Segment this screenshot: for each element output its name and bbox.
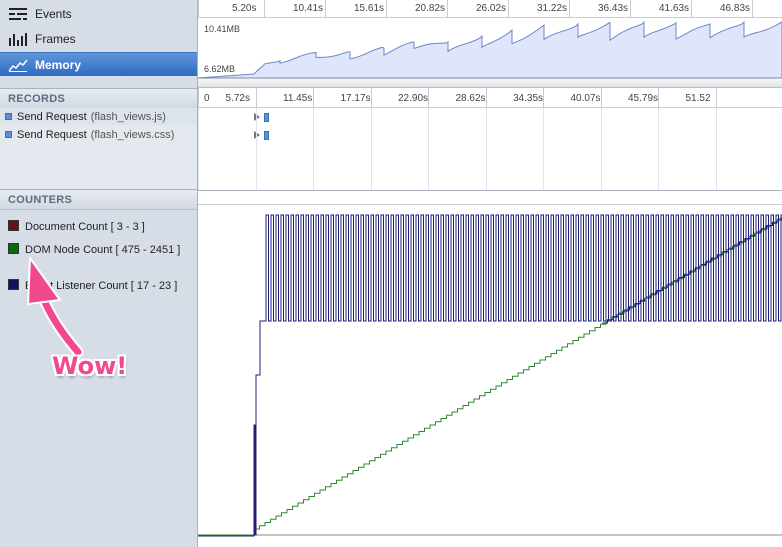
ruler-tick-label: 31.22s xyxy=(537,3,568,14)
counters-graph-svg xyxy=(198,214,782,537)
records-ruler: 0 5.72s 11.45s 17.17s 22.90s 28.62s 34.35s 40.0… xyxy=(198,88,782,108)
ruler-tick-label: 15.61s xyxy=(354,3,385,14)
nav-item-label: Memory xyxy=(35,57,82,72)
ruler-tick xyxy=(313,88,314,108)
overview-pane[interactable]: 5.20s 10.41s 15.61s 20.82s 26.02s 31.22s 36.43… xyxy=(198,0,782,78)
record-type-icon xyxy=(5,131,12,138)
ruler-tick-label: 26.02s xyxy=(476,3,507,14)
grid-line xyxy=(600,108,602,190)
ruler-tick-label: 10.41s xyxy=(293,3,324,14)
nav-item-frames[interactable]: Frames xyxy=(0,27,197,51)
ruler-tick xyxy=(264,0,265,18)
counter-label: Document Count [ 3 - 3 ] xyxy=(25,221,145,233)
record-name: Send Request xyxy=(17,128,87,141)
record-row[interactable]: Send Request (flash_views.js) xyxy=(0,108,197,125)
ruler-tick xyxy=(543,88,544,108)
ruler-tick-label: 36.43s xyxy=(598,3,629,14)
record-block[interactable] xyxy=(264,130,269,140)
ruler-tick xyxy=(428,88,429,108)
ruler-tick xyxy=(485,88,487,108)
ruler-tick-label: 11.45s xyxy=(283,93,313,104)
dom-node-count-swatch[interactable] xyxy=(8,243,19,254)
ruler-tick xyxy=(370,88,372,108)
grid-line xyxy=(485,108,487,190)
ruler-tick xyxy=(752,0,753,18)
overview-ruler: 5.20s 10.41s 15.61s 20.82s 26.02s 31.22s 36.43… xyxy=(198,0,782,18)
records-list: Send Request (flash_views.js) Send Reque… xyxy=(0,108,197,190)
ruler-tick xyxy=(600,88,602,108)
records-timeline[interactable] xyxy=(198,108,782,190)
event-listener-count-swatch[interactable] xyxy=(8,279,19,290)
ruler-tick-label: 22.90s xyxy=(398,93,429,104)
ruler-tick xyxy=(691,0,692,18)
grid-line xyxy=(658,108,659,190)
grid-line xyxy=(255,108,257,190)
counter-event-listener-count[interactable]: Event Listener Count [ 17 - 23 ] xyxy=(8,279,183,293)
grid-line xyxy=(198,108,199,190)
grid-line xyxy=(313,108,314,190)
ruler-tick-label: 28.62s xyxy=(455,93,486,104)
ruler-tick-label: 41.63s xyxy=(659,3,690,14)
ruler-tick xyxy=(447,0,448,18)
sidebar: Events Frames Memory RECORDS Send Reques… xyxy=(0,0,198,547)
document-count-swatch[interactable] xyxy=(8,220,19,231)
ruler-tick-label: 5.72s xyxy=(225,93,250,104)
grid-line xyxy=(428,108,429,190)
counters-graph-header xyxy=(198,190,782,204)
nav-item-events[interactable]: Events xyxy=(0,2,197,26)
event-listener-count-line xyxy=(198,214,782,537)
nav-item-memory[interactable]: Memory xyxy=(0,52,197,76)
ruler-tick xyxy=(658,88,659,108)
record-detail: (flash_views.css) xyxy=(90,128,175,141)
memory-overview-graph[interactable] xyxy=(198,18,782,78)
counters-graph[interactable] xyxy=(198,204,782,547)
counter-label: Event Listener Count [ 17 - 23 ] xyxy=(25,280,178,292)
memory-area xyxy=(198,20,782,78)
frames-icon xyxy=(9,33,27,46)
record-name: Send Request xyxy=(17,110,87,123)
ruler-tick xyxy=(386,0,387,18)
grid-line xyxy=(543,108,544,190)
ruler-tick-label: 5.20s xyxy=(232,3,257,14)
ruler-tick xyxy=(508,0,509,18)
pane-divider[interactable] xyxy=(198,78,782,88)
ruler-tick-label: 0 xyxy=(204,93,210,104)
ruler-tick-label: 45.79s xyxy=(628,93,659,104)
counter-document-count[interactable]: Document Count [ 3 - 3 ] xyxy=(8,220,183,234)
ruler-tick-label: 17.17s xyxy=(340,93,371,104)
ruler-tick xyxy=(715,88,717,108)
ruler-tick xyxy=(255,88,257,108)
events-icon xyxy=(9,8,27,20)
record-row[interactable]: Send Request (flash_views.css) xyxy=(0,126,197,143)
ruler-tick xyxy=(325,0,326,18)
record-detail: (flash_views.js) xyxy=(90,110,166,123)
memory-icon xyxy=(8,59,28,72)
memory-max-label: 10.41MB xyxy=(204,24,241,34)
nav-item-label: Events xyxy=(35,7,72,21)
ruler-tick xyxy=(198,0,199,18)
counters-header: COUNTERS xyxy=(0,189,197,210)
counter-dom-node-count[interactable]: DOM Node Count [ 475 - 2451 ] xyxy=(8,243,183,257)
ruler-tick-label: 34.35s xyxy=(513,93,544,104)
ruler-tick-label: 20.82s xyxy=(415,3,446,14)
memory-min-label: 6.62MB xyxy=(204,64,236,74)
ruler-tick-label: 46.83s xyxy=(720,3,751,14)
records-header: RECORDS xyxy=(0,88,197,109)
record-block[interactable] xyxy=(264,112,269,122)
ruler-tick xyxy=(630,0,631,18)
counter-label: DOM Node Count [ 475 - 2451 ] xyxy=(25,244,181,256)
ruler-tick xyxy=(198,88,199,108)
ruler-tick xyxy=(569,0,570,18)
nav-item-label: Frames xyxy=(35,32,76,46)
grid-line xyxy=(715,108,717,190)
ruler-tick-label: 40.07s xyxy=(570,93,601,104)
grid-line xyxy=(370,108,372,190)
ruler-tick-label: 51.52 xyxy=(685,93,711,104)
record-type-icon xyxy=(5,113,12,120)
counters-list: Document Count [ 3 - 3 ] DOM Node Count … xyxy=(0,210,197,547)
